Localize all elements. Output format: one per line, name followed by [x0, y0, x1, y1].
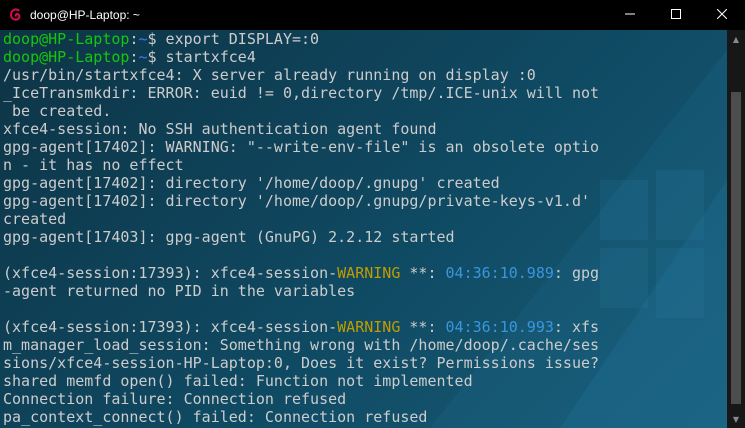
terminal-text-segment: xfce4-session: No SSH authentication age…: [3, 120, 437, 138]
window-title: doop@HP-Laptop: ~: [30, 8, 140, 22]
scrollbar-thumb[interactable]: [731, 92, 741, 404]
terminal-text-segment: created: [3, 210, 67, 228]
terminal-line: -agent returned no PID in the variables: [3, 282, 727, 300]
terminal-output-area[interactable]: doop@HP-Laptop:~$ export DISPLAY=:0 doop@…: [0, 30, 727, 428]
terminal-line: be created.: [3, 102, 727, 120]
terminal-line: m_manager_load_session: Something wrong …: [3, 336, 727, 354]
terminal-line: Connection failure: Connection refused: [3, 390, 727, 408]
terminal-line: gpg-agent[17403]: gpg-agent (GnuPG) 2.2.…: [3, 228, 727, 246]
terminal-text-segment: -agent returned no PID in the variables: [3, 282, 356, 300]
close-icon: [716, 8, 728, 22]
terminal-text-segment: doop@HP-Laptop: [3, 30, 130, 48]
terminal-text-segment: 04:36:10.993: [445, 318, 554, 336]
terminal-text-segment: : xfs: [553, 318, 600, 336]
terminal-line: shared memfd open() failed: Function not…: [3, 372, 727, 390]
terminal-text-segment: _IceTransmkdir: ERROR: euid != 0,directo…: [3, 84, 600, 102]
terminal-line: gpg-agent[17402]: directory '/home/doop/…: [3, 174, 727, 192]
terminal-line: xfce4-session: No SSH authentication age…: [3, 120, 727, 138]
terminal-text-segment: be created.: [3, 102, 112, 120]
terminal-text-segment: doop@HP-Laptop: [3, 48, 130, 66]
terminal-text-segment: **:: [400, 264, 446, 282]
terminal-text-segment: m_manager_load_session: Something wrong …: [3, 336, 600, 354]
terminal-window: doop@HP-Laptop: ~ doop@HP-Laptop:~$ expo…: [0, 0, 745, 428]
terminal-line: n - it has no effect: [3, 156, 727, 174]
terminal-text-segment: shared memfd open() failed: Function not…: [3, 372, 473, 390]
terminal-text-segment: **:: [400, 318, 446, 336]
terminal-text-segment: gpg-agent[17402]: WARNING: "--write-env-…: [3, 138, 600, 156]
terminal-text: doop@HP-Laptop:~$ export DISPLAY=:0 doop@…: [3, 30, 727, 426]
terminal-line: /usr/bin/startxfce4: X server already ru…: [3, 66, 727, 84]
vertical-scrollbar[interactable]: ▲ ▼: [727, 30, 745, 428]
terminal-line: pa_context_connect() failed: Connection …: [3, 408, 727, 426]
debian-swirl-icon[interactable]: [8, 7, 24, 23]
terminal-text-segment: pa_context_connect() failed: Connection …: [3, 408, 428, 426]
terminal-text-segment: ~: [138, 30, 148, 48]
terminal-text-segment: WARNING: [337, 318, 401, 336]
arrow-down-icon[interactable]: ▼: [727, 410, 745, 428]
terminal-text-segment: sions/xfce4-session-HP-Laptop:0, Does it…: [3, 354, 600, 372]
minimize-button[interactable]: [607, 0, 653, 30]
terminal-text-segment: gpg-agent[17402]: directory '/home/doop/…: [3, 174, 500, 192]
terminal-line: doop@HP-Laptop:~$ startxfce4: [3, 48, 727, 66]
arrow-up-icon[interactable]: ▲: [727, 30, 745, 48]
terminal-line: created: [3, 210, 727, 228]
terminal-line: gpg-agent[17402]: WARNING: "--write-env-…: [3, 138, 727, 156]
terminal-text-segment: gpg-agent[17402]: directory '/home/doop/…: [3, 192, 590, 210]
minimize-icon: [625, 8, 635, 22]
terminal-text-segment: n - it has no effect: [3, 156, 184, 174]
title-bar[interactable]: doop@HP-Laptop: ~: [0, 0, 745, 30]
maximize-icon: [671, 8, 681, 22]
terminal-text-segment: /usr/bin/startxfce4: X server already ru…: [3, 66, 536, 84]
terminal-line: _IceTransmkdir: ERROR: euid != 0,directo…: [3, 84, 727, 102]
terminal-line: (xfce4-session:17393): xfce4-session-WAR…: [3, 318, 727, 336]
terminal-text-segment: $ export DISPLAY=:0: [147, 30, 320, 48]
terminal-text-segment: WARNING: [337, 264, 401, 282]
close-button[interactable]: [699, 0, 745, 30]
terminal-text-segment: 04:36:10.989: [445, 264, 554, 282]
terminal-text-segment: gpg-agent[17403]: gpg-agent (GnuPG) 2.2.…: [3, 228, 455, 246]
terminal-text-segment: Connection failure: Connection refused: [3, 390, 347, 408]
maximize-button[interactable]: [653, 0, 699, 30]
terminal-line: sions/xfce4-session-HP-Laptop:0, Does it…: [3, 354, 727, 372]
terminal-text-segment: (xfce4-session:17393): xfce4-session-: [3, 318, 338, 336]
terminal-text-segment: : gpg: [553, 264, 600, 282]
terminal-line: doop@HP-Laptop:~$ export DISPLAY=:0: [3, 30, 727, 48]
terminal-line: gpg-agent[17402]: directory '/home/doop/…: [3, 192, 727, 210]
terminal-text-segment: ~: [138, 48, 148, 66]
terminal-line: (xfce4-session:17393): xfce4-session-WAR…: [3, 264, 727, 282]
terminal-text-segment: $ startxfce4: [147, 48, 256, 66]
terminal-text-segment: (xfce4-session:17393): xfce4-session-: [3, 264, 338, 282]
